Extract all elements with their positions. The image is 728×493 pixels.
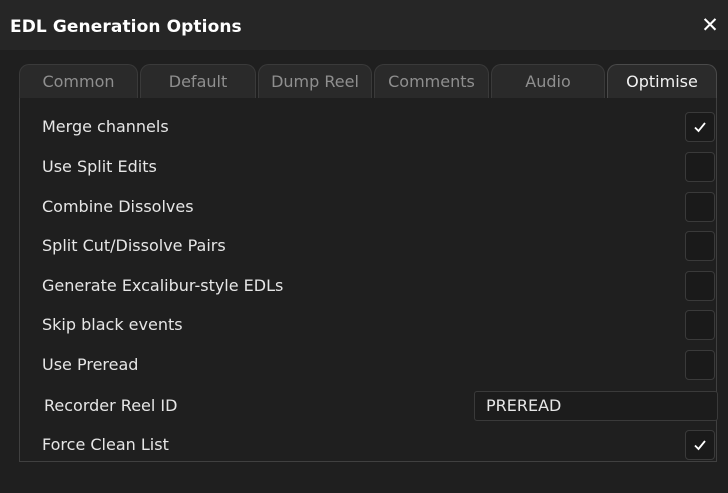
generate-excalibur-edls-label: Generate Excalibur-style EDLs: [42, 276, 284, 295]
force-clean-list-checkbox[interactable]: [685, 430, 715, 460]
recorder-reel-id-label: Recorder Reel ID: [44, 396, 178, 415]
tab-optimise[interactable]: Optimise: [607, 64, 717, 98]
title-bar: EDL Generation Options ✕: [0, 0, 728, 50]
split-cut-dissolve-pairs-label: Split Cut/Dissolve Pairs: [42, 236, 226, 255]
recorder-reel-id-input[interactable]: PREREAD: [474, 391, 718, 421]
skip-black-events-checkbox[interactable]: [685, 310, 715, 340]
checkmark-icon: [686, 113, 714, 141]
tab-dump-reel[interactable]: Dump Reel: [258, 64, 372, 98]
checkmark-icon: [686, 431, 714, 459]
tab-audio[interactable]: Audio: [491, 64, 605, 98]
use-preread-checkbox[interactable]: [685, 350, 715, 380]
combine-dissolves-checkbox[interactable]: [685, 192, 715, 222]
tab-comments[interactable]: Comments: [374, 64, 489, 98]
tab-default[interactable]: Default: [140, 64, 256, 98]
dialog-title: EDL Generation Options: [10, 17, 242, 37]
use-split-edits-checkbox[interactable]: [685, 152, 715, 182]
tab-common[interactable]: Common: [19, 64, 138, 98]
combine-dissolves-label: Combine Dissolves: [42, 197, 194, 216]
merge-channels-checkbox[interactable]: [685, 112, 715, 142]
use-preread-label: Use Preread: [42, 355, 139, 374]
use-split-edits-label: Use Split Edits: [42, 157, 157, 176]
split-cut-dissolve-pairs-checkbox[interactable]: [685, 231, 715, 261]
close-icon[interactable]: ✕: [700, 14, 720, 36]
merge-channels-label: Merge channels: [42, 117, 169, 136]
generate-excalibur-edls-checkbox[interactable]: [685, 271, 715, 301]
force-clean-list-label: Force Clean List: [42, 435, 169, 454]
skip-black-events-label: Skip black events: [42, 315, 183, 334]
